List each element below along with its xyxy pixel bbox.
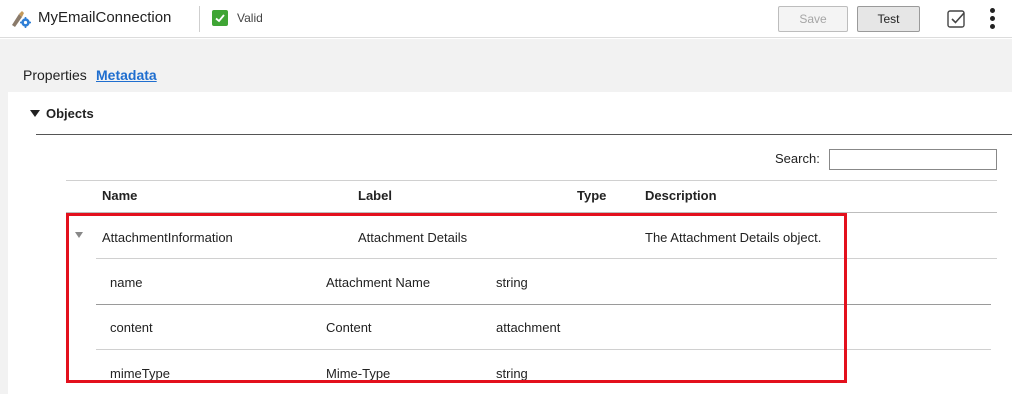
field-label: Mime-Type <box>326 366 391 381</box>
field-label: Attachment Name <box>326 275 431 290</box>
kebab-menu-icon[interactable] <box>990 7 996 31</box>
tab-metadata[interactable]: Metadata <box>96 67 157 83</box>
row-divider <box>96 349 991 350</box>
row-divider <box>96 258 997 259</box>
objects-section-title[interactable]: Objects <box>46 106 94 121</box>
table-top-border <box>66 180 997 181</box>
column-header-description[interactable]: Description <box>645 188 717 203</box>
column-header-label[interactable]: Label <box>358 188 392 203</box>
object-description: The Attachment Details object. <box>645 230 822 245</box>
field-type: attachment <box>496 320 561 335</box>
header-bottom-border <box>66 212 997 213</box>
column-header-name[interactable]: Name <box>102 188 137 203</box>
top-toolbar: MyEmailConnection Valid Save Test <box>0 0 1012 38</box>
connection-name: MyEmailConnection <box>38 9 172 26</box>
section-divider <box>36 134 1012 135</box>
object-name[interactable]: AttachmentInformation <box>102 230 233 245</box>
checkbox-icon[interactable] <box>946 8 968 30</box>
valid-check-icon <box>212 10 228 26</box>
object-label: Attachment Details <box>358 230 468 245</box>
column-header-type[interactable]: Type <box>577 188 606 203</box>
field-type: string <box>496 275 528 290</box>
tab-properties[interactable]: Properties <box>23 67 87 83</box>
test-button[interactable]: Test <box>857 6 920 32</box>
collapse-caret-icon[interactable] <box>30 110 40 117</box>
field-type: string <box>496 366 528 381</box>
save-button[interactable]: Save <box>778 6 848 32</box>
connection-gear-icon <box>12 11 31 28</box>
status-text: Valid <box>237 11 263 25</box>
field-name: mimeType <box>110 366 170 381</box>
toolbar-divider <box>199 6 200 32</box>
search-input[interactable] <box>829 149 997 170</box>
row-divider <box>96 304 991 305</box>
expand-row-caret-icon[interactable] <box>75 232 83 238</box>
field-name: name <box>110 275 143 290</box>
search-label: Search: <box>775 151 820 166</box>
field-label: Content <box>326 320 372 335</box>
field-name: content <box>110 320 153 335</box>
